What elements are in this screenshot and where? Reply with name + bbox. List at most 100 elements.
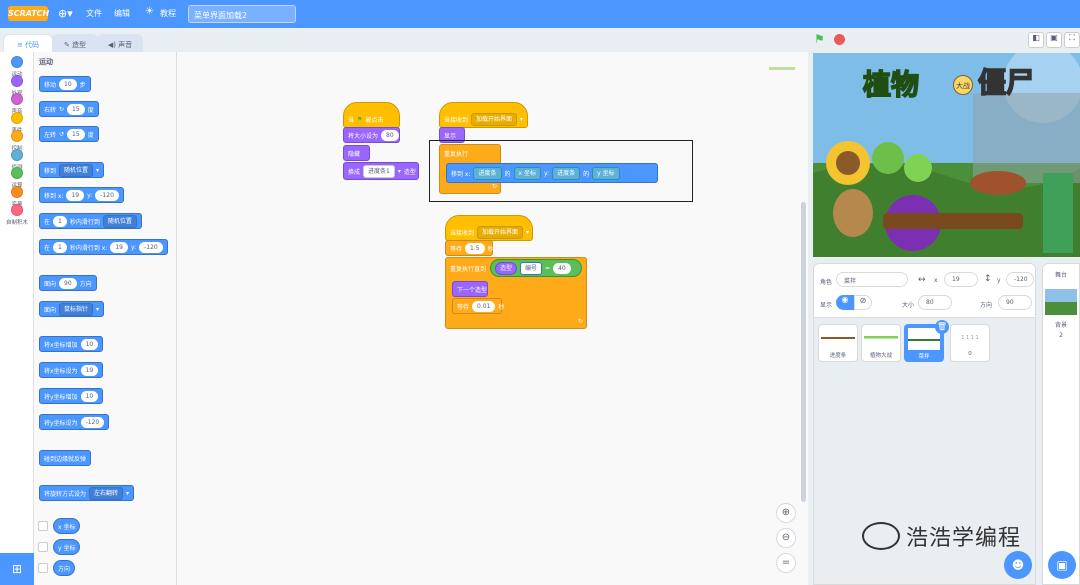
menu-edit[interactable]: 编辑 [114,8,130,19]
rotate-left-icon: ↺ [59,130,65,138]
category-item[interactable]: 自制积木 [0,204,34,226]
backdrop-label: 背景 [1054,322,1067,329]
show-eye-icon[interactable]: ◉ [836,295,854,310]
stop-icon[interactable] [834,34,845,45]
category-label: 自制积木 [5,220,28,226]
script1-hide[interactable]: 隐藏 [343,145,370,161]
image-icon: ▣ [1056,558,1068,572]
add-backdrop-button[interactable]: ▣ [1048,551,1076,579]
zoom-out-button[interactable]: ⊖ [776,528,796,548]
workspace-marker [769,67,795,70]
script1-set-size[interactable]: 将大小设为 80 [343,127,400,143]
block-move[interactable]: 移动 10 步 [39,76,91,92]
extension-icon: ⊞ [11,562,23,576]
add-sprite-button[interactable]: ☻ [1004,551,1032,579]
menu-bar: SCRATCH ⊕▾ 文件 编辑 ☀ 教程 菜单界面加载2 [0,0,1080,28]
backdrop-thumbnail [1045,289,1077,315]
lightbulb-icon[interactable]: ☀ [145,6,154,17]
block-rotation-style[interactable]: 将旋转方式设为 左右翻转 ▾ [39,485,135,501]
stage-canvas[interactable]: 植物 大战 僵尸 [813,53,1080,257]
fullscreen-icon[interactable]: ⛶ [1064,32,1080,48]
block-change-y[interactable]: 将y坐标增加 10 [39,388,104,404]
sprite-thumbnail [864,327,898,349]
script3-hat[interactable]: 当接收到 加载开始界面 ▾ [445,215,533,241]
script2-hat[interactable]: 当接收到 加载开始界面 ▾ [439,102,528,128]
zoom-out-icon: ⊖ [781,532,791,543]
menu-file[interactable]: 文件 [86,8,102,19]
checkbox-y[interactable] [38,542,48,552]
block-turn-right[interactable]: 右转 ↻ 15 度 [39,101,99,117]
block-set-x[interactable]: 将x坐标设为 19 [39,362,104,378]
direction-input[interactable]: 90 [998,295,1032,310]
block-set-y[interactable]: 将y坐标设为 -120 [39,414,110,430]
category-dot-icon [11,130,23,142]
reporter-direction[interactable]: 方向 [53,560,76,576]
stage-header: ⚑ ◧ ▣ ⛶ [808,28,1080,52]
green-flag-icon[interactable]: ⚑ [814,32,825,46]
checkbox-direction[interactable] [38,563,48,573]
sprite-info-panel: 角色 菜拌 ↔ x 19 ↕ y -120 显示 ◉ ⊘ 大小 80 方向 90 [813,263,1036,318]
tab-sounds[interactable]: ◀) 声音 [97,34,143,52]
speaker-icon: ◀) [107,41,119,49]
block-change-x[interactable]: 将x坐标增加 10 [39,336,104,352]
sprite-tile[interactable]: 1 1 1 10 [950,324,990,362]
script1-hat[interactable]: 当 ⚑ 被点击 [343,102,400,128]
sprite-name-input[interactable]: 菜拌 [836,272,908,287]
globe-icon[interactable]: ⊕▾ [58,7,73,20]
palette-heading: 运动 [39,58,53,66]
reporter-y[interactable]: y 坐标 [53,539,81,555]
tab-code[interactable]: ≡ 代码 [3,34,53,52]
code-icon: ≡ [16,41,26,49]
hide-eye-icon[interactable]: ⊘ [854,295,872,310]
backdrop-count: 2 [1059,332,1063,339]
sprite-thumbnail [908,328,940,350]
workspace-scrollbar[interactable] [801,202,806,502]
scratch-logo[interactable]: SCRATCH [8,6,49,21]
size-input[interactable]: 80 [918,295,952,310]
zoom-reset-button[interactable]: = [776,553,796,573]
block-bounce[interactable]: 碰到边缘就反弹 [39,450,92,466]
add-extension-button[interactable]: ⊞ [0,553,34,585]
block-point-towards[interactable]: 面向 鼠标指针 ▾ [39,301,105,317]
script1-switch-costume[interactable]: 换成 进度条1 ▾ 造型 [343,162,419,180]
show-label: 显示 [820,302,833,309]
block-turn-left[interactable]: 左转 ↺ 15 度 [39,126,99,142]
reporter-x[interactable]: x 坐标 [53,518,81,534]
size-label: 大小 [902,302,915,309]
menu-tutorials[interactable]: 教程 [160,8,176,19]
script3-next-costume[interactable]: 下一个造型 [452,281,488,297]
direction-label: 方向 [980,302,993,309]
zoom-in-button[interactable]: ⊕ [776,503,796,523]
large-stage-icon[interactable]: ▣ [1046,32,1062,48]
sprite-label: 角色 [820,279,833,286]
block-glide[interactable]: 在 1 秒内滑行到 随机位置 [39,213,142,229]
y-label: y [997,277,1001,284]
script3-wait-small[interactable]: 等待 0.01 秒 [452,298,504,314]
sprite-tile[interactable]: 植物大战 [861,324,901,362]
category-dot-icon [11,185,23,198]
x-input[interactable]: 19 [944,272,978,287]
wechat-icon [862,522,900,550]
highlight-box [429,140,693,202]
stage-scene-image [813,53,1080,257]
block-glide-xy[interactable]: 在 1 秒内滑行到 x: 19 y: -120 [39,239,168,255]
block-goto[interactable]: 移到 随机位置 ▾ [39,162,105,178]
condition-equals[interactable]: 造型 编号 = 40 [490,259,582,277]
block-point-direction[interactable]: 面向 90 方向 [39,275,97,291]
stage-badge: 大战 [953,75,973,95]
x-arrow-icon: ↔ [918,275,926,285]
tab-costumes[interactable]: ✎ 造型 [52,34,98,52]
block-goto-xy[interactable]: 移到 x: 19 y: -120 [39,187,124,203]
stage-target-panel[interactable]: 舞台 背景 2 [1042,263,1080,585]
y-input[interactable]: -120 [1006,272,1034,287]
equals-icon: = [781,557,791,568]
delete-sprite-icon[interactable]: 🗑 [935,320,949,334]
project-title-input[interactable]: 菜单界面加载2 [188,5,296,23]
checkbox-x[interactable] [38,521,48,531]
sprite-thumbnail: 1 1 1 1 [961,335,979,341]
category-dot-icon [11,204,23,216]
script3-wait[interactable]: 等待 1.5 秒 [445,240,494,256]
sprite-tile[interactable]: 进度条 [818,324,858,362]
small-stage-icon[interactable]: ◧ [1028,32,1044,48]
stage-panel-title: 舞台 [1054,272,1067,279]
